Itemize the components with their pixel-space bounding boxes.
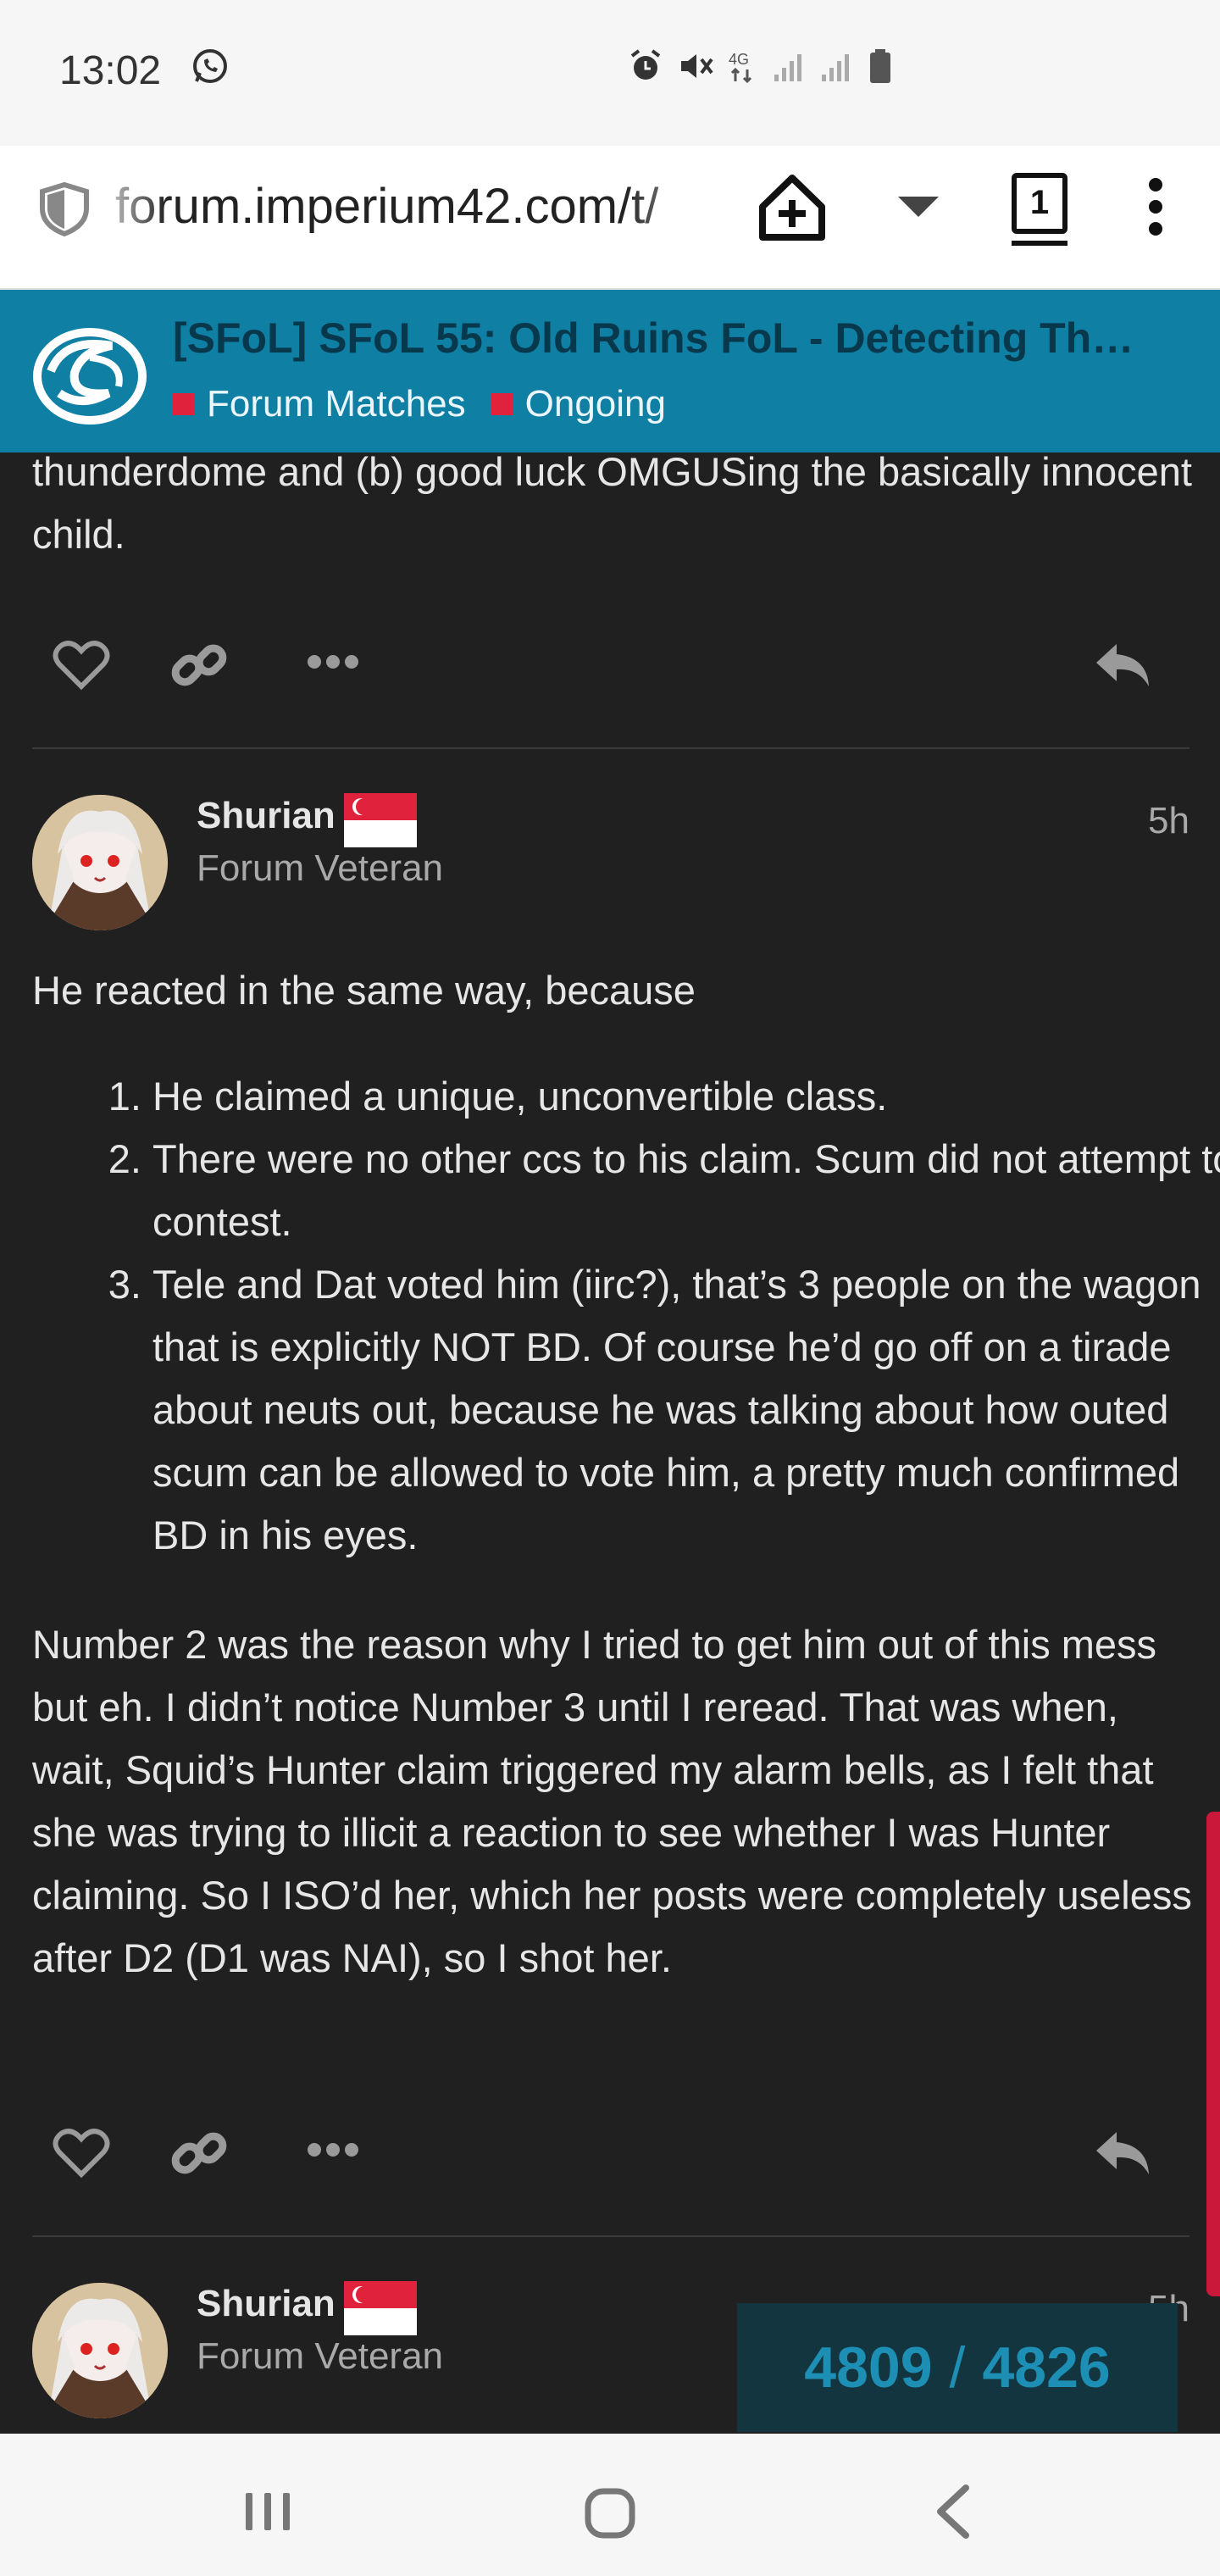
post-numbered-list: He claimed a unique, unconvertible class… bbox=[85, 1065, 1220, 1567]
progress-separator: / bbox=[949, 2335, 966, 2400]
user-title: Forum Veteran bbox=[197, 847, 444, 889]
avatar[interactable] bbox=[32, 795, 168, 930]
signal-icon bbox=[822, 54, 849, 81]
username[interactable]: Shurian bbox=[197, 795, 336, 837]
alarm-icon bbox=[630, 49, 661, 80]
status-bar: 13:02 4G bbox=[0, 0, 1220, 146]
topic-title[interactable]: [SFoL] SFoL 55: Old Ruins FoL - Detectin… bbox=[173, 314, 1156, 363]
category-color-square bbox=[173, 393, 195, 415]
back-icon[interactable] bbox=[932, 2483, 974, 2540]
post-body-fragment: thunderdome and (b) good luck OMGUSing t… bbox=[32, 449, 1192, 557]
avatar[interactable] bbox=[32, 2283, 168, 2418]
more-options-icon[interactable] bbox=[307, 2142, 359, 2157]
signal-icon bbox=[774, 54, 801, 81]
more-options-icon[interactable] bbox=[307, 654, 359, 669]
home-icon[interactable] bbox=[583, 2486, 637, 2540]
post-body-intro: He reacted in the same way, because bbox=[32, 968, 696, 1013]
category-badge[interactable]: Ongoing bbox=[491, 383, 666, 425]
post-divider bbox=[32, 747, 1190, 749]
list-item: He claimed a unique, unconvertible class… bbox=[152, 1065, 1220, 1128]
reply-icon[interactable] bbox=[1093, 2129, 1152, 2178]
status-time: 13:02 bbox=[59, 48, 162, 93]
progress-total: 4826 bbox=[982, 2335, 1111, 2400]
mute-icon bbox=[681, 54, 713, 78]
post-actions bbox=[0, 2112, 1220, 2196]
site-logo[interactable] bbox=[30, 320, 149, 425]
like-icon[interactable] bbox=[53, 639, 110, 691]
scroll-indicator[interactable] bbox=[1206, 1812, 1220, 2296]
url-field[interactable]: forum.imperium42.com/t/ bbox=[115, 178, 725, 237]
battery-icon bbox=[870, 49, 890, 83]
list-item: Tele and Dat voted him (iirc?), that’s 3… bbox=[152, 1253, 1220, 1567]
shield-icon[interactable] bbox=[37, 181, 92, 237]
post-divider bbox=[32, 2235, 1190, 2237]
link-icon[interactable] bbox=[169, 2124, 229, 2183]
svg-text:4G: 4G bbox=[729, 51, 749, 68]
flag-icon bbox=[344, 793, 417, 847]
post-actions bbox=[0, 624, 1220, 708]
topic-progress[interactable]: 4809 / 4826 bbox=[737, 2303, 1178, 2432]
reply-icon[interactable] bbox=[1093, 641, 1152, 690]
link-icon[interactable] bbox=[169, 636, 229, 695]
tabs-button[interactable]: 1 bbox=[1012, 173, 1068, 246]
username[interactable]: Shurian bbox=[197, 2283, 336, 2325]
chevron-down-icon[interactable] bbox=[895, 192, 942, 222]
category-badge[interactable]: Forum Matches bbox=[173, 383, 466, 425]
category-color-square bbox=[491, 393, 513, 415]
user-title: Forum Veteran bbox=[197, 2335, 444, 2377]
list-item: There were no other ccs to his claim. Sc… bbox=[152, 1128, 1220, 1253]
add-to-homescreen-icon[interactable] bbox=[754, 169, 830, 246]
category-label: Ongoing bbox=[524, 383, 666, 425]
topic-categories: Forum Matches Ongoing bbox=[173, 383, 666, 425]
recent-apps-icon[interactable] bbox=[242, 2486, 293, 2537]
whatsapp-icon bbox=[193, 49, 227, 83]
4g-icon: 4G bbox=[729, 51, 752, 84]
post-body-paragraph: Number 2 was the reason why I tried to g… bbox=[32, 1622, 1192, 1980]
category-label: Forum Matches bbox=[207, 383, 466, 425]
flag-icon bbox=[344, 2281, 417, 2335]
menu-icon[interactable] bbox=[1147, 178, 1164, 244]
like-icon[interactable] bbox=[53, 2127, 110, 2179]
progress-current: 4809 bbox=[804, 2335, 933, 2400]
post-timestamp[interactable]: 5h bbox=[1148, 800, 1190, 842]
